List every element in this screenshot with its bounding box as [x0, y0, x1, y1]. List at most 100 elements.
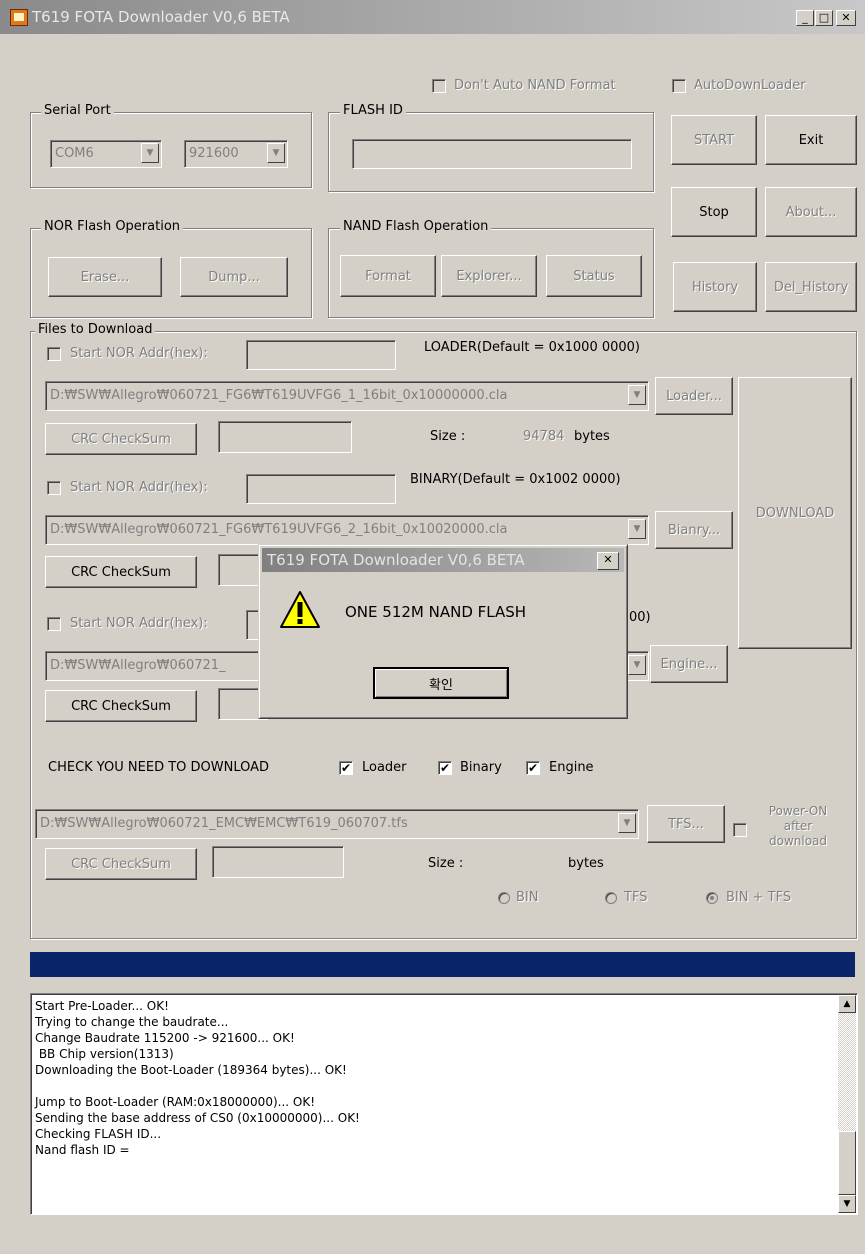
dialog-title: T619 FOTA Downloader V0,6 BETA — [267, 551, 525, 569]
power-on-checkbox[interactable] — [733, 823, 747, 837]
scroll-thumb[interactable] — [838, 1131, 856, 1195]
auto-downloader-label: AutoDownLoader — [694, 78, 806, 93]
log-textarea[interactable]: Start Pre-Loader... OK! Trying to change … — [30, 993, 858, 1215]
minimize-button[interactable]: _ — [796, 10, 814, 26]
download-button[interactable]: DOWNLOAD — [738, 377, 852, 649]
loader-default-label: LOADER(Default = 0x1000 0000) — [424, 340, 640, 355]
scroll-down-icon[interactable]: ▼ — [838, 1195, 856, 1213]
binary-default-label: BINARY(Default = 0x1002 0000) — [410, 472, 621, 487]
chevron-down-icon[interactable]: ▼ — [628, 385, 646, 405]
radio-bin-tfs-label: BIN + TFS — [726, 890, 792, 905]
radio-bin[interactable] — [498, 892, 510, 904]
nand-flash-label: NAND Flash Operation — [340, 219, 492, 235]
chevron-down-icon[interactable]: ▼ — [267, 143, 285, 163]
close-button[interactable]: ✕ — [836, 10, 856, 26]
loader-addr-checkbox[interactable] — [47, 347, 61, 361]
dialog-close-button[interactable]: ✕ — [597, 552, 619, 570]
chevron-down-icon[interactable]: ▼ — [618, 813, 636, 833]
baud-rate-select[interactable]: 921600 ▼ — [184, 140, 288, 168]
engine-browse-button[interactable]: Engine... — [650, 645, 728, 683]
warning-icon — [280, 591, 320, 628]
radio-tfs-label: TFS — [624, 890, 648, 905]
binary-checkbox[interactable]: ✔ — [438, 761, 452, 775]
nor-dump-button[interactable]: Dump... — [180, 257, 288, 297]
tfs-browse-button[interactable]: TFS... — [647, 805, 725, 843]
loader-crc-field[interactable] — [218, 421, 352, 453]
loader-addr-input[interactable] — [246, 340, 396, 370]
tfs-path-value: D:₩SW₩Allegro₩060721_EMC₩EMC₩T619_060707… — [40, 816, 408, 831]
log-line: Downloading the Boot-Loader (189364 byte… — [35, 1063, 347, 1077]
check-download-label: CHECK YOU NEED TO DOWNLOAD — [48, 760, 270, 775]
log-lines: Start Pre-Loader... OK! Trying to change … — [35, 998, 360, 1158]
exit-button[interactable]: Exit — [765, 115, 857, 165]
flash-id-label: FLASH ID — [340, 103, 406, 119]
binary-addr-input[interactable] — [246, 474, 396, 504]
binary-addr-label: Start NOR Addr(hex): — [70, 480, 208, 495]
nand-format-button[interactable]: Format — [340, 255, 436, 297]
del-history-button[interactable]: Del_History — [765, 262, 857, 312]
loader-path-select[interactable]: D:₩SW₩Allegro₩060721_FG6₩T619UVFG6_1_16b… — [45, 381, 649, 411]
loader-check-label: Loader — [362, 760, 407, 775]
tfs-crc-field[interactable] — [212, 846, 344, 878]
dont-auto-nand-label: Don't Auto NAND Format — [454, 78, 616, 93]
tfs-size-unit: bytes — [568, 856, 604, 871]
log-line: Start Pre-Loader... OK! — [35, 999, 169, 1013]
flash-id-field[interactable] — [352, 139, 632, 169]
engine-checkbox[interactable]: ✔ — [526, 761, 540, 775]
chevron-down-icon[interactable]: ▼ — [628, 655, 646, 675]
start-button[interactable]: START — [671, 115, 757, 165]
baud-rate-value: 921600 — [189, 146, 239, 161]
loader-size-value: 94784 — [523, 429, 565, 444]
binary-path-value: D:₩SW₩Allegro₩060721_FG6₩T619UVFG6_2_16b… — [50, 522, 508, 537]
loader-browse-button[interactable]: Loader... — [655, 377, 733, 415]
engine-path-value: D:₩SW₩Allegro₩060721_ — [50, 658, 226, 673]
log-line: Nand flash ID = — [35, 1143, 130, 1157]
chevron-down-icon[interactable]: ▼ — [141, 143, 159, 163]
com-port-value: COM6 — [55, 146, 94, 161]
binary-path-select[interactable]: D:₩SW₩Allegro₩060721_FG6₩T619UVFG6_2_16b… — [45, 515, 649, 545]
radio-bin-tfs[interactable] — [706, 892, 718, 904]
app-icon — [10, 9, 28, 26]
loader-checkbox[interactable]: ✔ — [339, 761, 353, 775]
about-button[interactable]: About... — [765, 187, 857, 237]
scroll-up-icon[interactable]: ▲ — [838, 995, 856, 1013]
log-line: Trying to change the baudrate... — [35, 1015, 229, 1029]
log-line: Checking FLASH ID... — [35, 1127, 162, 1141]
dialog-message: ONE 512M NAND FLASH — [345, 603, 527, 621]
binary-browse-button[interactable]: Bianry... — [655, 511, 733, 549]
engine-addr-checkbox[interactable] — [47, 617, 61, 631]
loader-size-unit: bytes — [574, 429, 610, 444]
binary-crc-button[interactable]: CRC CheckSum — [45, 556, 197, 588]
log-scrollbar[interactable]: ▲ ▼ — [838, 995, 856, 1213]
loader-crc-button[interactable]: CRC CheckSum — [45, 423, 197, 455]
radio-tfs[interactable] — [605, 892, 617, 904]
engine-crc-button[interactable]: CRC CheckSum — [45, 690, 197, 722]
nand-status-button[interactable]: Status — [546, 255, 642, 297]
binary-addr-checkbox[interactable] — [47, 481, 61, 495]
loader-addr-label: Start NOR Addr(hex): — [70, 346, 208, 361]
serial-port-label: Serial Port — [41, 103, 114, 119]
message-dialog: T619 FOTA Downloader V0,6 BETA ✕ ONE 512… — [258, 544, 628, 719]
com-port-select[interactable]: COM6 ▼ — [50, 140, 162, 168]
nand-explorer-button[interactable]: Explorer... — [441, 255, 537, 297]
dialog-title-bar: T619 FOTA Downloader V0,6 BETA — [262, 548, 624, 572]
log-line: Change Baudrate 115200 -> 921600... OK! — [35, 1031, 295, 1045]
history-button[interactable]: History — [673, 262, 757, 312]
nor-erase-button[interactable]: Erase... — [48, 257, 162, 297]
dont-auto-nand-checkbox[interactable] — [432, 79, 446, 93]
engine-addr-label: Start NOR Addr(hex): — [70, 616, 208, 631]
log-line: Jump to Boot-Loader (RAM:0x18000000)... … — [35, 1095, 316, 1109]
chevron-down-icon[interactable]: ▼ — [628, 519, 646, 539]
nor-flash-label: NOR Flash Operation — [41, 219, 184, 235]
stop-button[interactable]: Stop — [671, 187, 757, 237]
engine-check-label: Engine — [549, 760, 594, 775]
auto-downloader-checkbox[interactable] — [672, 79, 686, 93]
maximize-button[interactable]: □ — [815, 10, 833, 26]
loader-path-value: D:₩SW₩Allegro₩060721_FG6₩T619UVFG6_1_16b… — [50, 388, 508, 403]
dialog-ok-button[interactable]: 확인 — [373, 667, 509, 699]
log-line: Sending the base address of CS0 (0x10000… — [35, 1111, 360, 1125]
tfs-crc-button[interactable]: CRC CheckSum — [45, 848, 197, 880]
radio-bin-label: BIN — [516, 890, 539, 905]
tfs-path-select[interactable]: D:₩SW₩Allegro₩060721_EMC₩EMC₩T619_060707… — [35, 809, 639, 839]
